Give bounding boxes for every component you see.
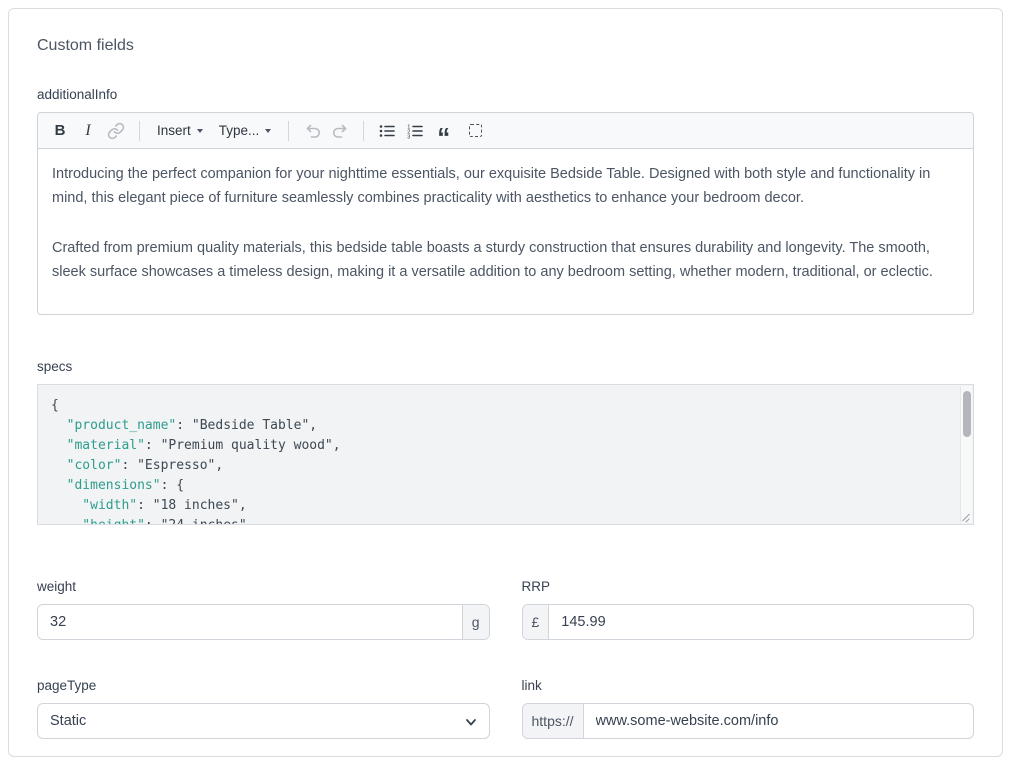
dashed-box-button[interactable]: [461, 117, 489, 145]
undo-button[interactable]: [298, 117, 326, 145]
rrp-input-group: £: [522, 604, 975, 640]
editor-toolbar: B I Insert Type...: [38, 113, 973, 149]
editor-paragraph: Introducing the perfect companion for yo…: [52, 162, 959, 210]
chevron-down-icon: [197, 129, 203, 133]
toolbar-divider: [363, 121, 364, 141]
page-type-select-wrap: Static: [37, 703, 490, 739]
additional-info-field: additionalInfo B I Insert: [37, 87, 974, 315]
specs-code-editor[interactable]: { "product_name": "Bedside Table", "mate…: [37, 384, 974, 525]
rrp-label: RRP: [522, 579, 975, 594]
weight-input-group: g: [37, 604, 490, 640]
numbered-list-icon: 1 2 3: [406, 122, 424, 140]
page-type-field: pageType Static: [37, 678, 490, 739]
code-line: "dimensions": {: [51, 476, 947, 496]
link-icon: [107, 122, 125, 140]
blockquote-icon: “: [437, 132, 449, 142]
specs-label: specs: [37, 359, 974, 374]
custom-fields-card: Custom fields additionalInfo B I Inse: [8, 8, 1003, 757]
protocol-addon: https://: [523, 704, 584, 738]
scrollbar-thumb[interactable]: [963, 391, 971, 437]
rich-text-editor: B I Insert Type...: [37, 112, 974, 315]
blockquote-button[interactable]: “: [429, 117, 457, 145]
resize-handle-icon[interactable]: [961, 512, 971, 522]
rrp-field: RRP £: [522, 579, 975, 640]
scrollbar-track[interactable]: [960, 386, 972, 523]
type-dropdown[interactable]: Type...: [211, 117, 280, 145]
bullet-list-icon: [378, 122, 396, 140]
type-dropdown-label: Type...: [219, 123, 260, 138]
code-line: "height": "24 inches": [51, 516, 947, 525]
additional-info-label: additionalInfo: [37, 87, 974, 102]
code-line: "product_name": "Bedside Table",: [51, 416, 947, 436]
weight-unit-addon: g: [462, 605, 489, 639]
weight-field: weight g: [37, 579, 490, 640]
card-title: Custom fields: [37, 37, 974, 55]
redo-button[interactable]: [326, 117, 354, 145]
insert-dropdown-label: Insert: [157, 123, 191, 138]
weight-input[interactable]: [38, 605, 462, 639]
code-line: "width": "18 inches",: [51, 496, 947, 516]
code-line: {: [51, 396, 947, 416]
specs-field: specs { "product_name": "Bedside Table",…: [37, 359, 974, 525]
insert-dropdown[interactable]: Insert: [149, 117, 211, 145]
bold-button[interactable]: B: [46, 117, 74, 145]
currency-addon: £: [523, 605, 550, 639]
link-label: link: [522, 678, 975, 693]
editor-paragraph: Crafted from premium quality materials, …: [52, 236, 959, 284]
italic-button[interactable]: I: [74, 117, 102, 145]
numbered-list-button[interactable]: 1 2 3: [401, 117, 429, 145]
link-field: link https://: [522, 678, 975, 739]
rrp-input[interactable]: [549, 605, 973, 639]
link-input-group: https://: [522, 703, 975, 739]
code-line: "material": "Premium quality wood",: [51, 436, 947, 456]
redo-icon: [331, 121, 350, 140]
chevron-down-icon: [265, 129, 271, 133]
toolbar-divider: [139, 121, 140, 141]
svg-text:3: 3: [407, 134, 410, 140]
dashed-box-icon: [469, 124, 482, 137]
link-input[interactable]: [584, 704, 973, 738]
weight-label: weight: [37, 579, 490, 594]
toolbar-divider: [288, 121, 289, 141]
code-line: "color": "Espresso",: [51, 456, 947, 476]
editor-content[interactable]: Introducing the perfect companion for yo…: [38, 149, 973, 314]
specs-code: { "product_name": "Bedside Table", "mate…: [51, 396, 947, 525]
page-type-select[interactable]: Static: [38, 704, 489, 738]
bullet-list-button[interactable]: [373, 117, 401, 145]
page-type-label: pageType: [37, 678, 490, 693]
undo-icon: [303, 121, 322, 140]
link-button[interactable]: [102, 117, 130, 145]
